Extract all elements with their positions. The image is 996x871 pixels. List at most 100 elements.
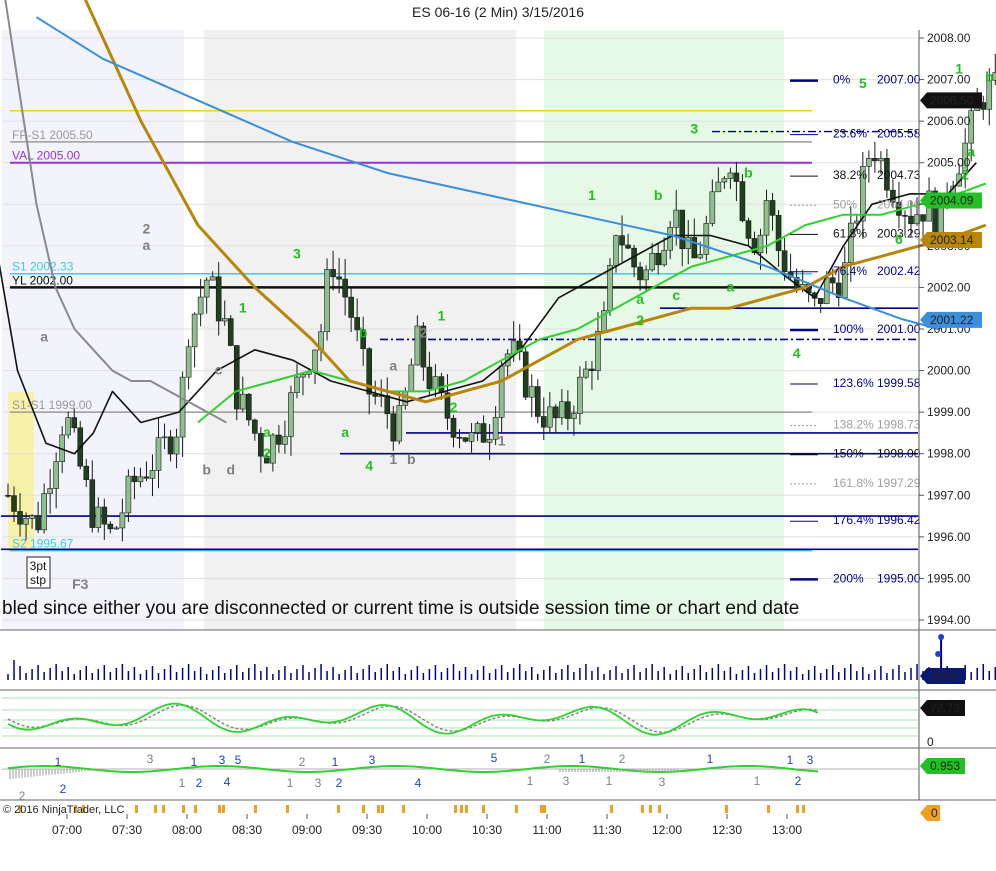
volume-pane bbox=[7, 634, 996, 680]
fib-percent: 100% bbox=[833, 322, 864, 336]
signal-marker bbox=[182, 805, 185, 813]
candle-up bbox=[432, 376, 439, 389]
fib-price: 2001.00 bbox=[877, 322, 921, 336]
osc2-wave-label: 2 bbox=[60, 782, 67, 796]
fib-percent: 176.4% bbox=[833, 513, 874, 527]
candle-down bbox=[246, 393, 252, 421]
signal-marker bbox=[254, 805, 257, 813]
candle-up bbox=[721, 178, 728, 183]
wave-label: b bbox=[985, 69, 994, 85]
wave-label: 1 bbox=[239, 299, 247, 315]
candle-down bbox=[637, 266, 643, 281]
candle-up bbox=[294, 376, 300, 393]
signal-marker bbox=[377, 805, 380, 813]
candle-down bbox=[215, 276, 222, 322]
osc2-wave-label: 1 bbox=[606, 774, 613, 788]
signal-marker bbox=[543, 805, 546, 813]
wave-label: 2 bbox=[263, 445, 271, 461]
candle-down bbox=[829, 277, 836, 284]
candle-up bbox=[727, 172, 734, 179]
x-tick-label: 10:00 bbox=[412, 823, 442, 837]
wave-label: 1 bbox=[588, 187, 596, 203]
oscillator2-pane: 1223 11 23 5421 312345 21 31123111 32 bbox=[2, 751, 918, 803]
stop-zone bbox=[8, 392, 34, 552]
osc2-wave-label: 3 bbox=[219, 753, 226, 767]
osc2-value: 0.953 bbox=[930, 759, 960, 773]
candle-up bbox=[583, 368, 589, 378]
wave-label: b bbox=[407, 451, 416, 467]
y-tick-label: 2007.00 bbox=[927, 73, 971, 87]
candle-up bbox=[866, 158, 872, 167]
candle-up bbox=[878, 158, 884, 162]
candle-up bbox=[125, 475, 132, 514]
signal-marker bbox=[222, 805, 225, 813]
signal-marker bbox=[658, 805, 661, 813]
y-tick-label: 1997.00 bbox=[927, 488, 971, 502]
osc2-wave-label: 1 bbox=[191, 755, 198, 769]
osc2-wave-label: 2 bbox=[196, 776, 203, 790]
candle-down bbox=[534, 386, 541, 417]
price-box-value: 2006.50 bbox=[930, 93, 974, 107]
fib-price: 1997.29 bbox=[877, 476, 921, 490]
candle-up bbox=[239, 393, 246, 410]
fib-price: 2002.42 bbox=[877, 264, 921, 278]
candle-up bbox=[643, 269, 649, 281]
candle-up bbox=[209, 276, 216, 281]
signal-marker bbox=[454, 805, 457, 813]
candle-down bbox=[233, 345, 240, 410]
price-box-value: 2001.22 bbox=[930, 313, 974, 327]
candle-up bbox=[528, 386, 535, 398]
candle-up bbox=[613, 235, 619, 266]
signal-marker bbox=[286, 805, 289, 813]
osc2-wave-label: 2 bbox=[544, 752, 551, 766]
osc2-wave-label: 2 bbox=[19, 789, 26, 803]
candle-up bbox=[673, 209, 680, 228]
disconnected-banner: bled since either you are disconnected o… bbox=[2, 598, 799, 619]
osc2-wave-label: 4 bbox=[224, 775, 231, 789]
osc2-wave-label: 1 bbox=[707, 752, 714, 766]
osc2-wave-label: 5 bbox=[235, 753, 242, 767]
candle-down bbox=[817, 298, 824, 304]
candle-up bbox=[559, 401, 565, 419]
candle-down bbox=[450, 417, 457, 438]
signal-marker bbox=[162, 805, 165, 813]
candle-up bbox=[396, 405, 403, 442]
candle-down bbox=[769, 200, 776, 216]
copyright: © 2016 NinjaTrader, LLC bbox=[3, 804, 124, 816]
candle-down bbox=[131, 475, 138, 483]
candle-down bbox=[691, 237, 698, 259]
candle-up bbox=[757, 234, 764, 254]
fib-price: 2004.73 bbox=[877, 168, 921, 182]
y-tick-label: 2008.00 bbox=[927, 31, 971, 45]
candle-down bbox=[438, 376, 445, 393]
candle-down bbox=[781, 250, 788, 273]
candle-up bbox=[661, 249, 667, 266]
fib-percent: 138.2% bbox=[833, 418, 874, 432]
wave-label: a bbox=[263, 424, 271, 440]
signal-value: 0 bbox=[931, 806, 938, 820]
candle-up bbox=[474, 423, 481, 433]
wave-label: a bbox=[40, 328, 48, 344]
osc2-wave-label: 1 bbox=[787, 753, 794, 767]
level-label: S2 1995.67 bbox=[12, 537, 74, 551]
fib-price: 1996.42 bbox=[877, 513, 921, 527]
candle-down bbox=[908, 215, 914, 225]
x-tick-label: 13:00 bbox=[772, 823, 802, 837]
candlestick-chart[interactable]: FP-S1 2005.50 VAL 2005.00 S1 2002.33YL 200… bbox=[0, 0, 996, 871]
oscillator-pane bbox=[2, 697, 918, 737]
y-tick-label: 1998.00 bbox=[927, 447, 971, 461]
wave-label: a bbox=[143, 237, 151, 253]
fib-price: 2007.00 bbox=[877, 73, 921, 87]
y-tick-label: 1994.00 bbox=[927, 613, 971, 627]
signal-marker bbox=[767, 805, 770, 813]
y-tick-label: 1996.00 bbox=[927, 530, 971, 544]
candle-down bbox=[872, 158, 878, 162]
candle-up bbox=[95, 506, 102, 528]
fib-percent: 0% bbox=[833, 73, 851, 87]
level-label: FP-S1 2005.50 bbox=[12, 128, 93, 142]
wave-label: 5 bbox=[859, 75, 867, 91]
osc2-wave-label: 3 bbox=[147, 752, 154, 766]
candle-down bbox=[167, 436, 174, 455]
signal-marker bbox=[540, 805, 543, 813]
candle-down bbox=[35, 515, 41, 531]
